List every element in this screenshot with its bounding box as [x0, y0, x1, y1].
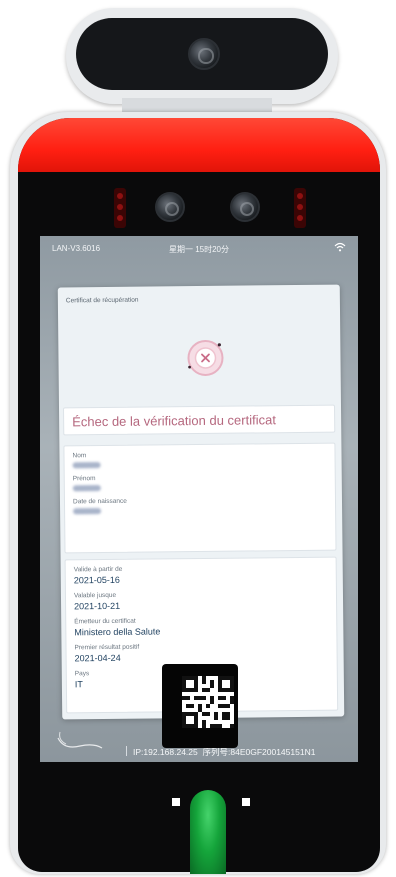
date-time: 星期一 15时20分: [168, 245, 230, 254]
ir-sensor-left-icon: [114, 188, 126, 228]
camera-module: [66, 8, 338, 104]
status-bar: LAN-V3.6016 星期一 15时20分: [40, 236, 358, 258]
qr-code-icon: [182, 676, 234, 728]
field-label: Émetteur du certificat: [74, 617, 136, 626]
sensor-right-icon: [242, 798, 250, 806]
error-x-icon: [187, 339, 224, 376]
field-nom: Nom: [72, 450, 326, 469]
face-camera-right-icon: [230, 192, 260, 222]
field-value: 2021-04-24: [74, 652, 121, 664]
field-label: Valable jusque: [73, 591, 117, 600]
field-label: Nom: [72, 452, 87, 460]
camera-face: [76, 18, 328, 90]
personal-info-section: Nom Prénom Date de naissance: [63, 442, 337, 554]
field-label: Prénom: [72, 475, 96, 483]
sensor-left-icon: [172, 798, 180, 806]
field-label: Date de naissance: [72, 497, 127, 506]
field-prenom: Prénom: [73, 473, 327, 492]
redacted-value: [72, 485, 101, 492]
field-value: 2021-10-21: [74, 600, 121, 612]
field-label: Valide à partir de: [73, 565, 123, 574]
red-status-band: [18, 118, 380, 172]
serial-number: 序列号:84E0GF200145151N1: [202, 747, 316, 757]
field-issuer: Émetteur du certificat Ministero della S…: [74, 616, 328, 638]
redacted-value: [73, 508, 102, 515]
certificate-type: Certificat de récupération: [65, 296, 139, 305]
ir-sensor-right-icon: [294, 188, 306, 228]
certificate-card: Certificat de récupération Échec de la v…: [57, 284, 345, 720]
signature-scribble-icon: [57, 731, 103, 749]
field-value: Ministero della Salute: [74, 626, 161, 638]
divider: [126, 746, 127, 756]
field-first-positive: Premier résultat positif 2021-04-24: [74, 642, 328, 664]
face-camera-left-icon: [155, 192, 185, 222]
field-valid-until: Valable jusque 2021-10-21: [73, 590, 328, 612]
redacted-value: [72, 462, 101, 469]
field-value: 2021-05-16: [73, 574, 120, 586]
field-valid-from: Valide à partir de 2021-05-16: [74, 564, 328, 586]
field-date-naissance: Date de naissance: [73, 496, 327, 515]
ip-address: IP:192.168.24.25: [133, 747, 198, 757]
device-bezel: LAN-V3.6016 星期一 15时20分 Certificat de réc…: [18, 118, 380, 872]
field-label: Premier résultat positif: [74, 643, 140, 652]
verification-failed-title: Échec de la vérification du certificat: [63, 404, 336, 436]
camera-lens-icon: [188, 38, 220, 70]
green-status-led: [190, 790, 226, 874]
wifi-icon: [334, 242, 346, 252]
